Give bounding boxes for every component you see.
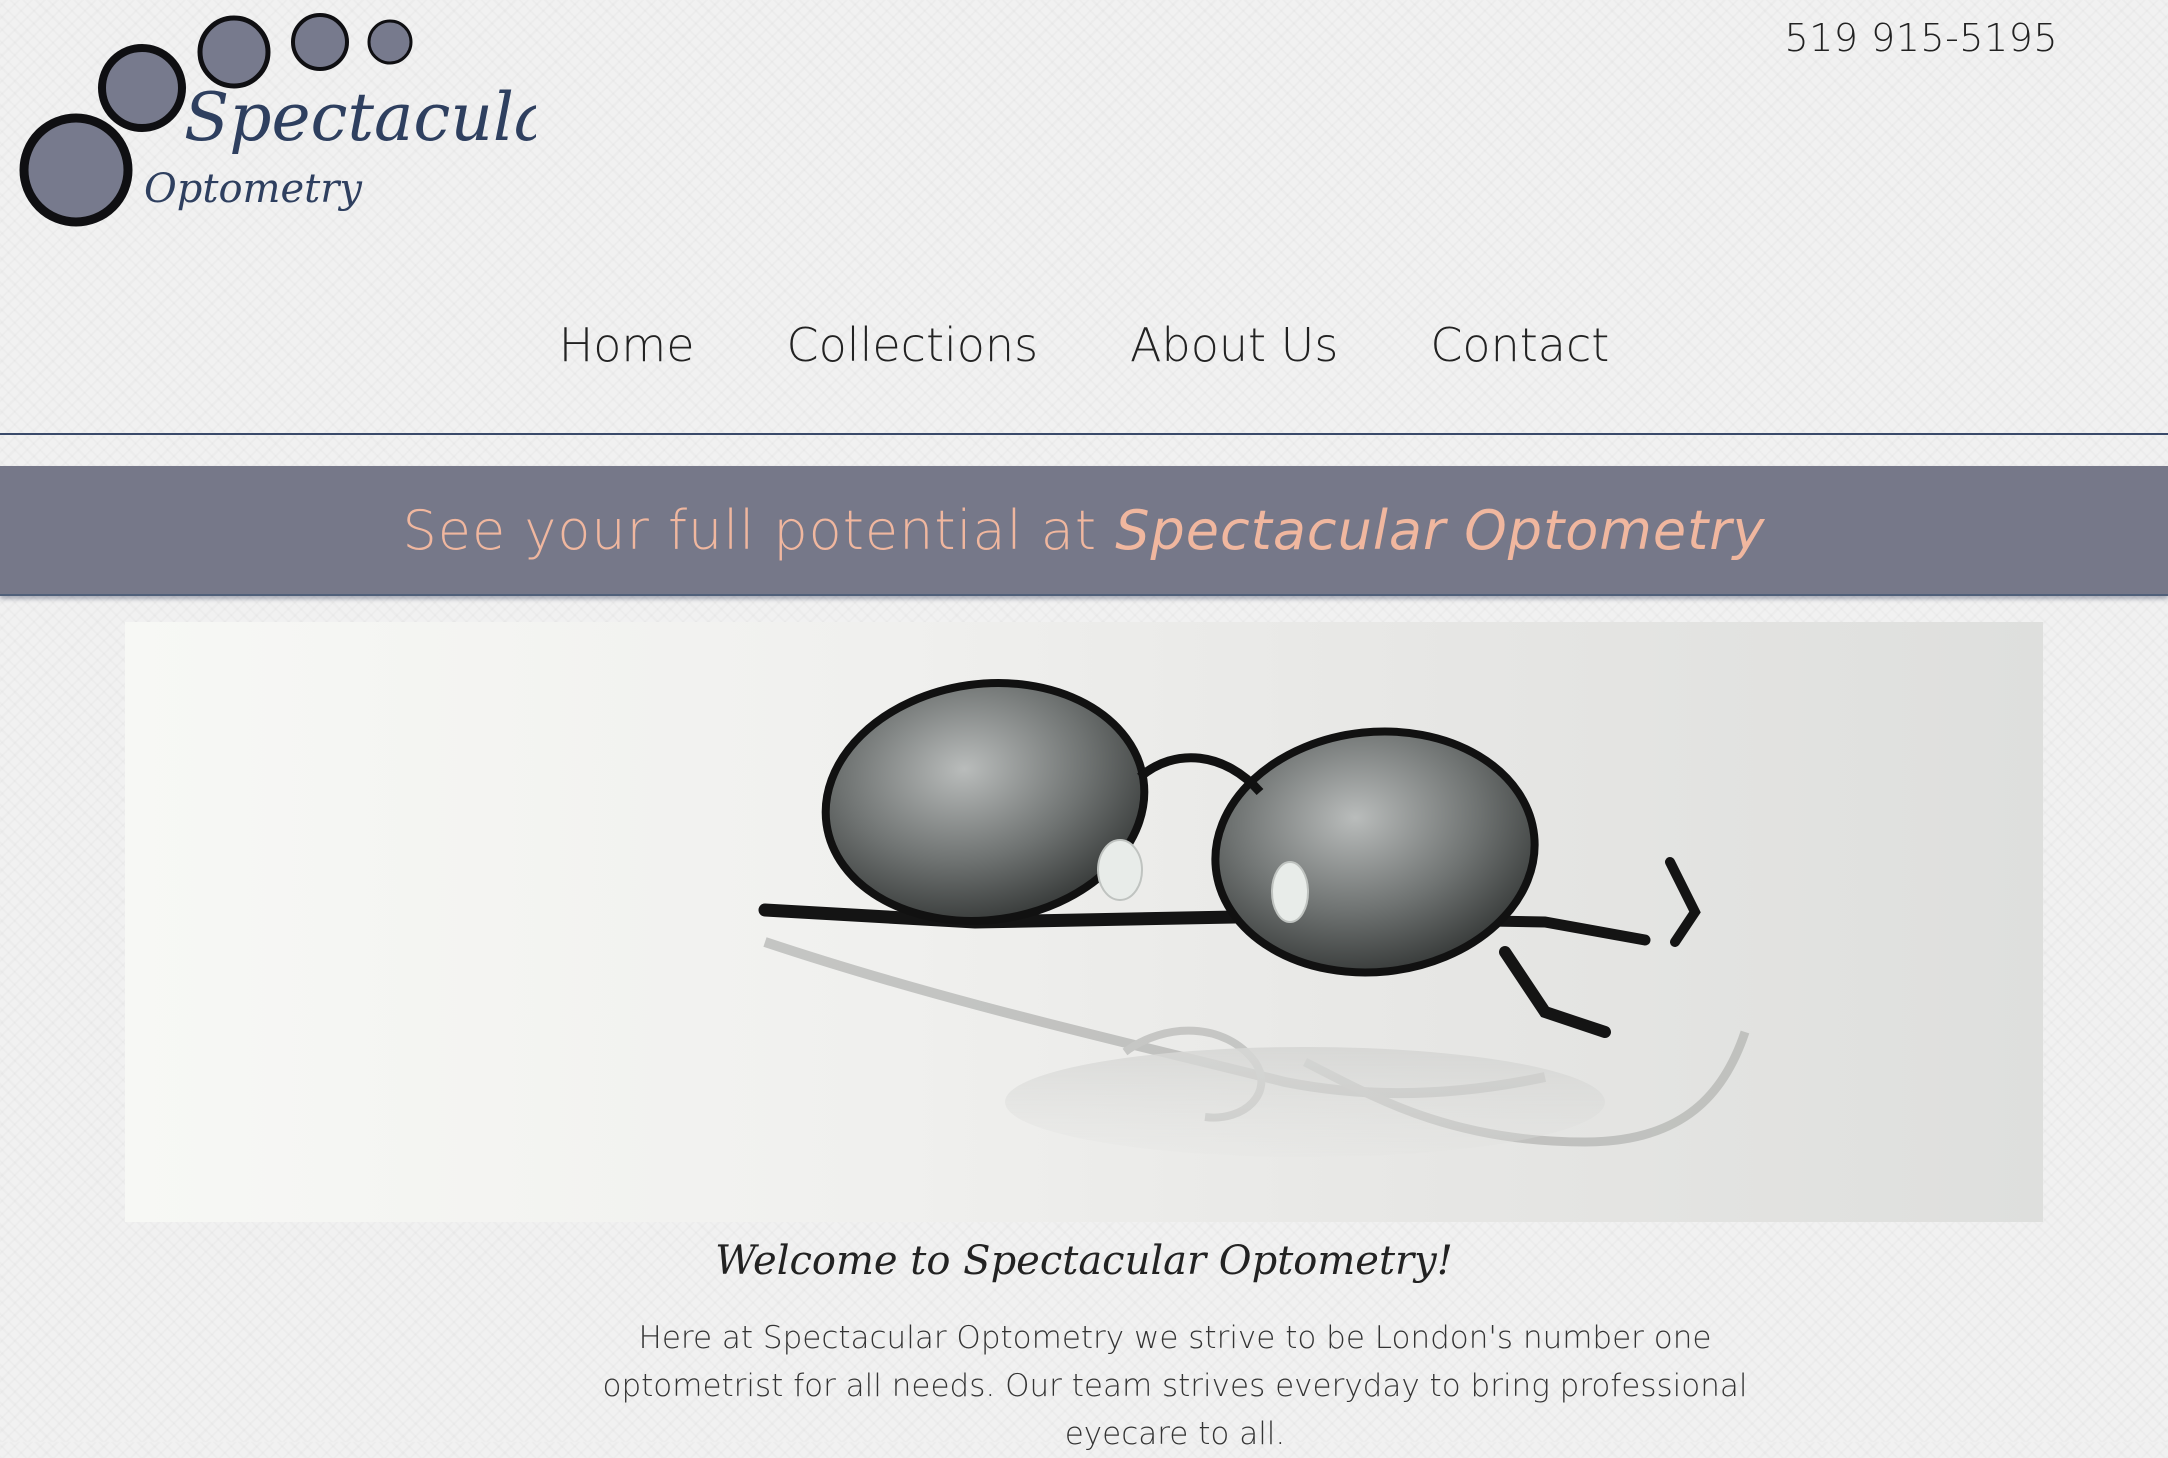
logo-brand-line2: Optometry — [144, 166, 363, 212]
sunglasses-reflection — [763, 937, 1750, 1157]
welcome-heading: Welcome to Spectacular Optometry! — [715, 1238, 1453, 1284]
right-lens — [1211, 727, 1539, 977]
sunglasses-illustration — [758, 679, 1750, 1157]
logo-brand-line1: Spectacular — [184, 79, 536, 156]
logo-circle-large — [19, 113, 133, 227]
nav-divider — [0, 433, 2168, 435]
logo-circle-smallest — [367, 19, 413, 65]
nav-item-contact[interactable]: Contact — [1376, 318, 1609, 372]
main-nav: Home Collections About Us Contact — [0, 318, 2168, 372]
hero-image — [125, 622, 2043, 1222]
logo-circle-small — [197, 15, 271, 89]
folded-arm — [1499, 946, 1611, 1038]
logo-circle-smaller — [291, 13, 349, 71]
phone-number[interactable]: 519 915-5195 — [1784, 16, 2058, 60]
tagline-banner: See your full potential at Spectacular O… — [0, 466, 2168, 596]
right-temple-tip — [1665, 857, 1701, 947]
right-nose-pad — [1271, 861, 1309, 923]
nav-item-about-us[interactable]: About Us — [1076, 318, 1338, 372]
left-nose-pad — [1097, 839, 1143, 901]
tagline-emphasis: Spectacular Optometry — [1115, 498, 1766, 562]
logo-mark: Spectacular Optometry — [19, 13, 536, 227]
logo[interactable]: Spectacular Optometry — [16, 10, 536, 230]
nav-item-collections[interactable]: Collections — [733, 318, 1039, 372]
tagline-plain: See your full potential at — [402, 498, 1098, 562]
logo-circle-medium — [98, 44, 186, 132]
tagline-text: See your full potential at Spectacular O… — [403, 499, 1766, 562]
nav-item-home[interactable]: Home — [559, 318, 695, 372]
intro-paragraph: Here at Spectacular Optometry we strive … — [602, 1320, 1748, 1452]
left-lens — [821, 679, 1149, 925]
